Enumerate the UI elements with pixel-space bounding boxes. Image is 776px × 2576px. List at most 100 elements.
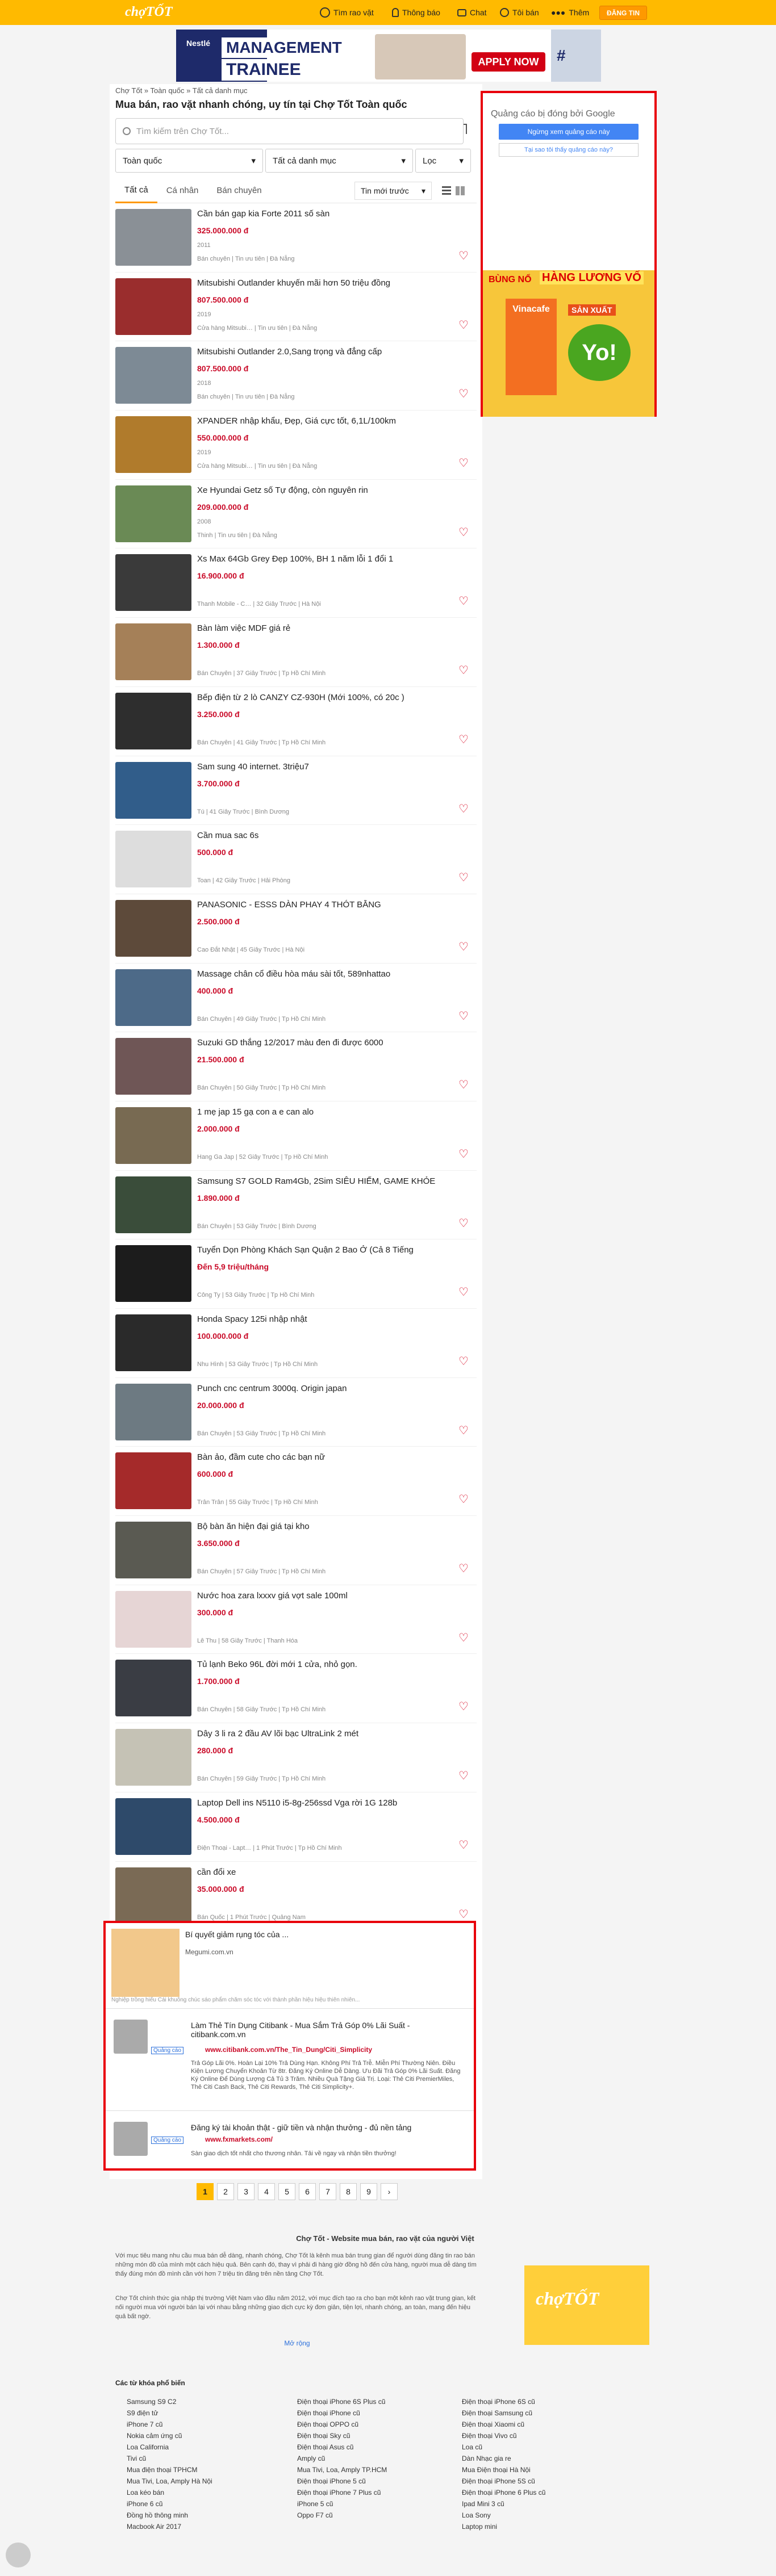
page-link[interactable]: 1 <box>197 2183 214 2200</box>
keyword-link[interactable]: Mua Tivi, Loa, Amply TP.HCM <box>297 2464 468 2476</box>
category-select[interactable]: Tất cả danh mục ▾ <box>265 149 413 173</box>
ad-list-item[interactable]: Mitsubishi Outlander khuyến mãi hơn 50 t… <box>115 272 477 342</box>
keyword-link[interactable]: Loa California <box>127 2441 297 2453</box>
page-link[interactable]: 5 <box>278 2183 295 2200</box>
my-ads-link[interactable]: Tôi bán <box>500 0 539 25</box>
keyword-link[interactable]: Điện thoại iPhone 6 Plus cũ <box>462 2487 632 2498</box>
ad-thumbnail[interactable] <box>115 692 191 749</box>
page-link[interactable]: › <box>381 2183 398 2200</box>
keyword-link[interactable]: Samsung S9 C2 <box>127 2396 297 2407</box>
heart-icon[interactable]: ♡ <box>458 1700 471 1713</box>
ad-list-item[interactable]: Xs Max 64Gb Grey Đẹp 100%, BH 1 năm lỗi … <box>115 548 477 618</box>
ad-list-item[interactable]: Honda Spacy 125i nhập nhật 100.000.000 đ… <box>115 1309 477 1378</box>
keyword-link[interactable]: Dàn Nhạc gia re <box>462 2453 632 2464</box>
ad-thumbnail[interactable] <box>115 1729 191 1786</box>
ad-title[interactable]: Sam sung 40 internet. 3triệu7 <box>197 762 458 772</box>
stop-ad-button[interactable]: Ngừng xem quảng cáo này <box>499 124 639 140</box>
tab-pro[interactable]: Bán chuyên <box>207 178 270 203</box>
ad-thumbnail[interactable] <box>115 623 191 681</box>
ad-thumbnail[interactable] <box>115 1176 191 1233</box>
ad-list-item[interactable]: Samsung S7 GOLD Ram4Gb, 2Sim SIÊU HIẾM, … <box>115 1170 477 1240</box>
ad-thumbnail[interactable] <box>115 209 191 266</box>
ad-title[interactable]: Tuyển Dọn Phòng Khách Sạn Quận 2 Bao Ở (… <box>197 1245 458 1255</box>
ad-title[interactable]: Xe Hyundai Getz số Tự động, còn nguyên r… <box>197 485 458 495</box>
keyword-link[interactable]: Điện thoại Samsung cũ <box>462 2407 632 2419</box>
keyword-link[interactable]: Điện thoại iPhone cũ <box>297 2407 468 2419</box>
ad-title[interactable]: Bàn làm việc MDF giá rẻ <box>197 623 458 633</box>
keyword-link[interactable]: Điện thoại OPPO cũ <box>297 2419 468 2430</box>
ad-list-item[interactable]: Cần bán gap kia Forte 2011 số sàn 325.00… <box>115 203 477 273</box>
ad-list-item[interactable]: Sam sung 40 internet. 3triệu7 3.700.000 … <box>115 756 477 826</box>
ad-title[interactable]: Massage chân cổ điều hòa máu sài tốt, 58… <box>197 969 458 979</box>
heart-icon[interactable]: ♡ <box>458 250 471 262</box>
ad-thumbnail[interactable] <box>115 485 191 542</box>
heart-icon[interactable]: ♡ <box>458 1010 471 1023</box>
ad-thumbnail[interactable] <box>115 831 191 888</box>
keyword-link[interactable]: Điện thoại Vivo cũ <box>462 2430 632 2441</box>
keyword-link[interactable]: Điện thoại Sky cũ <box>297 2430 468 2441</box>
ad-thumbnail[interactable] <box>115 1107 191 1164</box>
chat-link[interactable]: Chat <box>457 0 487 25</box>
keyword-link[interactable]: Loa cũ <box>462 2441 632 2453</box>
ad-list-item[interactable]: Xe Hyundai Getz số Tự động, còn nguyên r… <box>115 479 477 549</box>
keyword-link[interactable]: Điện thoại iPhone 6S Plus cũ <box>297 2396 468 2407</box>
heart-icon[interactable]: ♡ <box>458 1217 471 1230</box>
keyword-link[interactable]: Điện thoại iPhone 6S cũ <box>462 2396 632 2407</box>
keyword-link[interactable]: Điện thoại Xiaomi cũ <box>462 2419 632 2430</box>
keyword-link[interactable]: Loa Sony <box>462 2510 632 2521</box>
ad-thumbnail[interactable] <box>115 1383 191 1440</box>
expand-link[interactable]: Mở rộng <box>115 2339 479 2347</box>
keyword-link[interactable]: Điện thoại Asus cũ <box>297 2441 468 2453</box>
ad-list-item[interactable]: PANASONIC - ESSS DÀN PHAY 4 THÓT BẰNG 2.… <box>115 894 477 964</box>
page-link[interactable]: 4 <box>258 2183 275 2200</box>
ad-list-item[interactable]: Massage chân cổ điều hòa máu sài tốt, 58… <box>115 963 477 1033</box>
ad-thumbnail[interactable] <box>115 554 191 611</box>
ad-thumbnail[interactable] <box>115 1038 191 1095</box>
keyword-link[interactable]: Mua Tivi, Loa, Amply Hà Nội <box>127 2476 297 2487</box>
page-link[interactable]: 8 <box>340 2183 357 2200</box>
keyword-link[interactable]: Điện thoại iPhone 7 Plus cũ <box>297 2487 468 2498</box>
ad-thumbnail[interactable] <box>115 969 191 1026</box>
heart-icon[interactable]: ♡ <box>458 1425 471 1437</box>
ad-list-item[interactable]: Nước hoa zara lxxxv giá vợt sale 100ml 3… <box>115 1585 477 1654</box>
keyword-link[interactable]: Tivi cũ <box>127 2453 297 2464</box>
ad-title[interactable]: Dây 3 li ra 2 đầu AV lõi bạc UltraLink 2… <box>197 1729 458 1739</box>
ad-thumbnail[interactable] <box>115 1314 191 1371</box>
ad-list-item[interactable]: Bộ bàn ăn hiện đại giá tại kho 3.650.000… <box>115 1516 477 1585</box>
ad-title[interactable]: XPANDER nhập khẩu, Đẹp, Giá cực tốt, 6,1… <box>197 416 458 426</box>
heart-icon[interactable]: ♡ <box>458 1839 471 1852</box>
ad-thumbnail[interactable] <box>115 1452 191 1510</box>
native-ad-3-title[interactable]: Đăng ký tài khoản thật - giữ tiền và nhậ… <box>191 2123 411 2132</box>
notify-link[interactable]: Thông báo <box>392 0 440 25</box>
tab-all[interactable]: Tất cả <box>115 178 157 203</box>
more-link[interactable]: ●●● Thêm <box>551 0 589 25</box>
native-ad-2-url[interactable]: www.citibank.com.vn/The_Tin_Dung/Citi_Si… <box>205 2046 372 2054</box>
page-link[interactable]: 3 <box>237 2183 255 2200</box>
heart-icon[interactable]: ♡ <box>458 941 471 953</box>
heart-icon[interactable]: ♡ <box>458 457 471 470</box>
native-ad-3-url[interactable]: www.fxmarkets.com/ <box>205 2135 273 2143</box>
keyword-link[interactable]: Amply cũ <box>297 2453 468 2464</box>
search-link[interactable]: Tìm rao vặt <box>320 0 374 25</box>
heart-icon[interactable]: ♡ <box>458 872 471 884</box>
ad-title[interactable]: Mitsubishi Outlander khuyến mãi hơn 50 t… <box>197 278 458 288</box>
why-ad-link[interactable]: Tại sao tôi thấy quảng cáo này? <box>499 143 639 157</box>
ad-title[interactable]: Punch cnc centrum 3000q. Origin japan <box>197 1384 458 1393</box>
keyword-link[interactable]: Macbook Air 2017 <box>127 2521 297 2532</box>
heart-icon[interactable]: ♡ <box>458 1079 471 1091</box>
keyword-link[interactable]: Điện thoại iPhone 5 cũ <box>297 2476 468 2487</box>
ad-list-item[interactable]: 1 mẹ jap 15 gạ con a e can alo 2.000.000… <box>115 1101 477 1171</box>
ad-title[interactable]: Nước hoa zara lxxxv giá vợt sale 100ml <box>197 1591 458 1601</box>
ad-title[interactable]: Bếp điện từ 2 lò CANZY CZ-930H (Mới 100%… <box>197 693 458 702</box>
sort-select[interactable]: Tin mới trước ▾ <box>354 182 432 200</box>
ad-list-item[interactable]: Suzuki GD thắng 12/2017 màu đen đi được … <box>115 1032 477 1101</box>
heart-icon[interactable]: ♡ <box>458 1148 471 1161</box>
heart-icon[interactable]: ♡ <box>458 1493 471 1506</box>
ad-thumbnail[interactable] <box>115 278 191 335</box>
ad-thumbnail[interactable] <box>115 1867 191 1924</box>
page-link[interactable]: 2 <box>217 2183 234 2200</box>
keyword-link[interactable]: Nokia cảm ứng cũ <box>127 2430 297 2441</box>
ad-title[interactable]: Mitsubishi Outlander 2.0,Sang trọng và đ… <box>197 347 458 357</box>
post-ad-button[interactable]: ĐĂNG TIN <box>599 6 647 20</box>
grid-view-icon[interactable] <box>456 186 465 195</box>
